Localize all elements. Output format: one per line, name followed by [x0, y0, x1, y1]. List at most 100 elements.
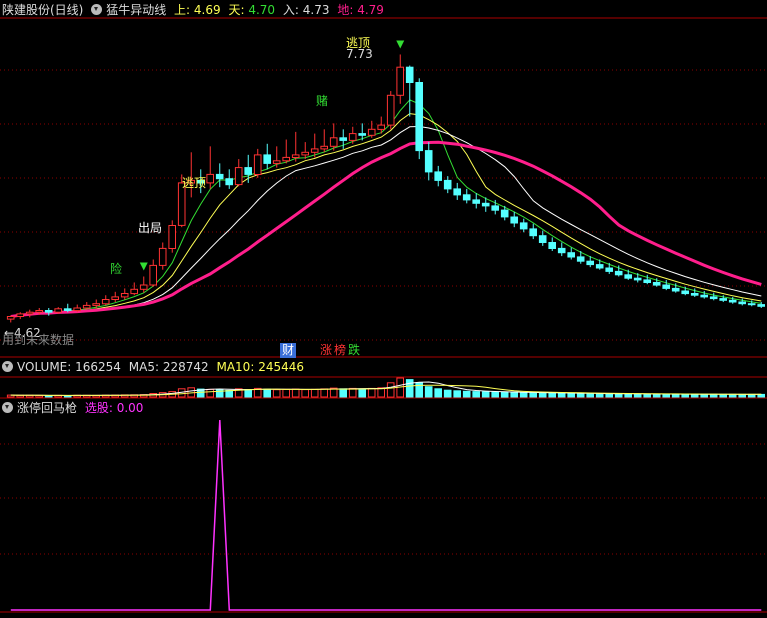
volume-bar: [643, 393, 652, 398]
candle-body: [234, 167, 243, 186]
candle-body: [358, 133, 366, 136]
volume-bar: [633, 393, 642, 398]
pick-value: 0.00: [116, 401, 144, 415]
tag-fall[interactable]: 跌: [348, 343, 360, 358]
ma-trend-line: [10, 140, 762, 318]
candle-body: [320, 145, 328, 150]
volume-bar: [462, 390, 471, 398]
candle-body: [576, 256, 585, 262]
candle-body: [652, 282, 661, 286]
candle-body: [586, 260, 595, 266]
tag-rise[interactable]: 涨: [320, 343, 332, 358]
candle-body: [158, 247, 167, 266]
candle-body: [709, 296, 718, 300]
dropdown-icon[interactable]: [2, 361, 13, 372]
volume-bar: [671, 393, 680, 398]
candle-body: [728, 299, 737, 303]
volume-bar: [453, 390, 461, 398]
candle-body: [396, 66, 404, 96]
candle-body: [614, 270, 623, 276]
candle-body: [244, 167, 252, 175]
ma10-value: 245446: [258, 360, 304, 374]
volume-bar: [358, 388, 366, 398]
volume-bar: [434, 388, 442, 398]
volume-bar: [491, 391, 499, 398]
candle-body: [605, 267, 614, 272]
volume-ma10-line: [10, 384, 762, 396]
candle-body: [567, 252, 576, 258]
candle-body: [519, 222, 528, 230]
candle-body: [491, 205, 499, 211]
volume-bar: [282, 388, 290, 398]
candle-body: [367, 128, 376, 136]
volume-bar: [690, 393, 699, 398]
volume-bar: [586, 393, 595, 398]
candle-body: [700, 294, 709, 298]
candle-body: [472, 199, 480, 204]
future-data-watermark: 用到未来数据: [2, 333, 75, 347]
candle-body: [481, 202, 490, 207]
volume-bar: [567, 392, 576, 398]
volume-bar: [576, 393, 585, 398]
tag-list[interactable]: 榜: [334, 343, 346, 358]
candle-body: [415, 82, 423, 152]
candle-body: [339, 137, 347, 141]
volume-panel-header: VOLUME: 166254 MA5: 228742 MA10: 245446: [2, 359, 308, 375]
candle-body: [548, 242, 557, 249]
volume-bar: [339, 388, 347, 398]
candle-body: [453, 188, 461, 196]
peak-arrow-icon: [396, 40, 405, 49]
volume-bar: [614, 393, 623, 398]
volume-bar: [320, 388, 328, 398]
candle-body: [25, 311, 34, 315]
volume-label[interactable]: VOLUME:: [17, 360, 71, 374]
signal-risk: 险: [110, 262, 123, 276]
candle-body: [443, 179, 452, 190]
volume-bar: [291, 388, 300, 398]
candle-body: [500, 209, 509, 218]
volume-bar: [405, 379, 414, 398]
signal-exit: 出局: [138, 221, 163, 235]
candle-body: [738, 301, 747, 305]
candle-body: [757, 304, 766, 307]
volume-bar: [605, 393, 614, 398]
candle-body: [301, 151, 309, 156]
candle-body: [263, 154, 271, 164]
candle-body: [386, 94, 395, 126]
tag-finance[interactable]: 财: [280, 343, 297, 358]
candle-body: [633, 277, 642, 281]
candle-body: [54, 308, 63, 313]
volume-bar: [310, 388, 319, 398]
ma-short-line: [10, 99, 762, 317]
volume-bar: [510, 391, 518, 398]
volume-bar: [538, 392, 547, 398]
candle-body: [206, 173, 214, 184]
volume-bar: [548, 392, 557, 398]
volume-bar: [624, 393, 633, 398]
candle-body: [462, 194, 471, 201]
candle-body: [139, 284, 148, 290]
volume-bar: [348, 387, 357, 398]
candle-body: [253, 154, 262, 175]
candle-body: [149, 264, 157, 286]
stock-chart-window: { "header": { "stock_title": "陕建股份(日线)",…: [0, 0, 767, 618]
candle-body: [111, 296, 120, 300]
candle-body: [120, 293, 129, 298]
chart-canvas: [0, 17, 767, 613]
indicator-panel-name[interactable]: 涨停回马枪: [17, 401, 77, 415]
candle-body: [215, 173, 224, 180]
candle-body: [690, 293, 699, 296]
candle-body: [671, 287, 680, 292]
candle-body: [434, 171, 442, 181]
volume-bar: [662, 393, 671, 398]
volume-bar: [529, 392, 538, 398]
volume-bar: [481, 391, 490, 398]
candle-body: [16, 313, 24, 317]
volume-bar: [206, 388, 214, 398]
dropdown-icon[interactable]: [2, 402, 13, 413]
candle-body: [63, 308, 72, 311]
volume-bar: [652, 393, 661, 398]
volume-bar: [272, 389, 281, 398]
candle-body: [662, 284, 671, 289]
candle-body: [529, 228, 538, 237]
